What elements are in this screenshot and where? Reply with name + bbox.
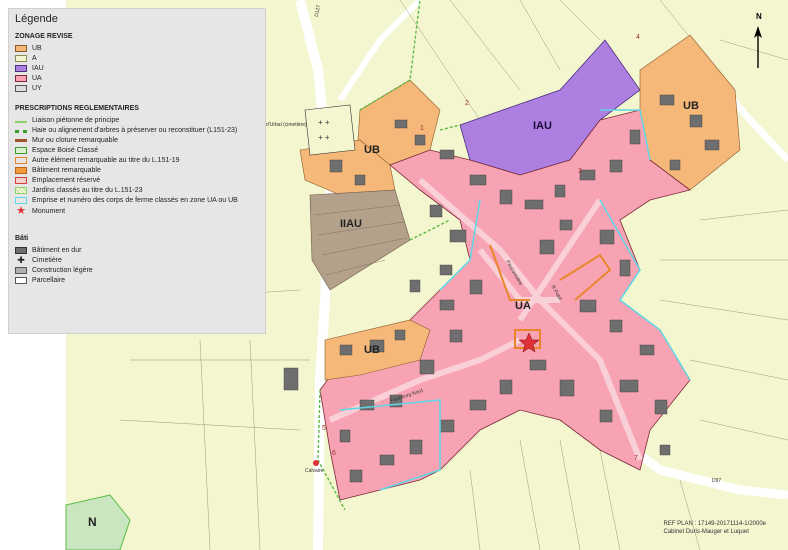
grey-fill-icon [15,246,27,254]
legend-panel: Légende ZONAGE REVISE UB A IAU UA UY PRE… [8,8,266,334]
place-label-n: N [88,515,97,529]
legend-monument: ★ Monument [16,204,66,217]
number-7: 7 [634,455,638,462]
legend-autre-element: Autre élément remarquable au titre du L.… [15,155,259,165]
north-label: N [756,12,762,21]
star-icon: ★ [16,204,26,217]
ref-plan: REF PLAN : 17149-20171114-1/2000e [663,521,766,527]
white-box-icon [15,276,27,284]
legend-zone-uy: UY [15,83,259,93]
number-5: 5 [322,425,326,432]
zone-label-ua: UA [515,300,531,312]
svg-text:+ +: + + [318,118,330,127]
legend-mur: Mur ou cloture remarquable [15,135,259,145]
zone-label-ub-south: UB [364,344,380,356]
legend-parcellaire: Parcellaire [15,275,259,285]
cross-icon: ✚ [17,254,25,265]
legend-haie: Haie ou alignement d'arbres à préserver … [15,125,259,135]
legend-zone-ua: UA [15,73,259,83]
cyan-box-icon [15,196,27,204]
legend-ebc: Espace Boisé Classé [15,145,259,155]
zone-label-ub-east: UB [683,100,699,112]
green-box-icon [15,146,27,154]
grey-light-box-icon [15,266,27,274]
orange-box-icon [15,156,27,164]
uy-swatch [15,84,27,92]
legend-batiment-remarquable: Bâtiment remarquable [15,165,259,175]
zonage-title: ZONAGE REVISE [15,33,73,40]
legend-zone-ub: UB [15,43,259,53]
reference-block: REF PLAN : 17149-20171114-1/2000e Cabine… [663,520,766,536]
dashed-green-line-icon [15,120,27,123]
street-label-urbal: d'Urbal (cimetière) [266,122,307,128]
bati-title: Bâti [15,235,29,242]
legend-emplacement: Emplacement réservé [15,175,259,185]
ua-swatch [15,74,27,82]
number-2: 2 [465,100,469,107]
cemetery: + + + + [304,104,356,156]
red-box-icon [15,176,27,184]
legend-zone-iau: IAU [15,63,259,73]
zone-label-ub-west: UB [364,144,380,156]
legend-zone-a: A [15,53,259,63]
orange-fill-icon [15,166,27,174]
number-3: 3 [578,168,582,175]
legend-bat-dur: Bâtiment en dur [15,245,259,255]
legend-liaison: Liaison piétonne de principe [15,115,259,125]
calvaire-icon [313,460,319,466]
legend-emprise: Emprise et numéro des corps de ferme cla… [15,195,259,205]
svg-text:+ +: + + [318,133,330,142]
street-label-d97: D97 [712,478,722,484]
legend-construction-legere: Construction légère [15,265,259,275]
number-6: 6 [332,450,336,457]
green-dots-icon [15,129,27,133]
number-1: 1 [420,125,424,132]
zone-label-iau: IAU [533,120,552,132]
legend-jardins: Jardins classés au titre du L.151-23 [15,185,259,195]
iau-swatch [15,64,27,72]
brown-line-icon [15,138,27,142]
ub-swatch [15,44,27,52]
place-label-calvaire: Calvaire [305,468,324,474]
a-swatch [15,54,27,62]
number-4: 4 [636,34,640,41]
hatched-box-icon [15,186,27,194]
legend-title: Légende [15,13,58,25]
ref-cabinet: Cabinet Duris-Mauger et Luquet [663,529,749,535]
prescriptions-title: PRESCRIPTIONS REGLEMENTAIRES [15,105,139,112]
legend-cimetiere: ✚ Cimetière [15,255,259,265]
zone-label-iiau: IIAU [340,218,362,230]
